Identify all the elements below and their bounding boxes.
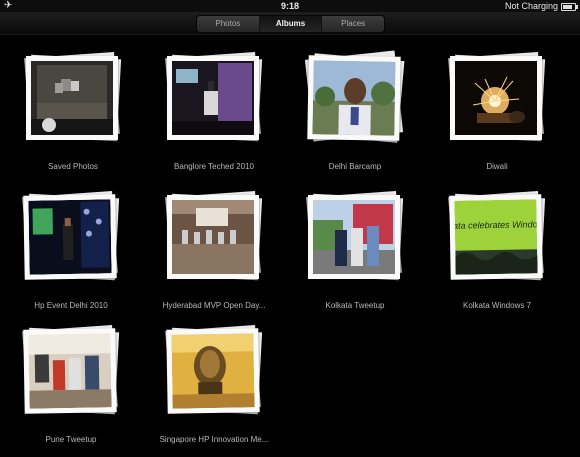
album-label: Saved Photos [48,162,98,171]
album-thumbnail [312,60,396,136]
photo-banner-text: Kolkata celebrates Windows 7 [454,219,537,231]
album-singapore-hp[interactable]: Singapore HP Innovation Me... [154,322,274,457]
album-label: Delhi Barcamp [328,162,382,171]
album-thumbnail [171,333,255,409]
album-saved-photos[interactable]: Saved Photos [13,49,133,184]
tab-photos[interactable]: Photos [197,16,259,32]
album-banglore-teched[interactable]: Banglore Teched 2010 [154,49,274,184]
album-label: Singapore HP Innovation Me... [159,435,269,444]
album-diwali[interactable]: Diwali [437,49,557,184]
album-label: Banglore Teched 2010 [174,162,254,171]
battery-icon [561,3,578,11]
tab-albums[interactable]: Albums [258,16,322,32]
album-label: Hyderabad MVP Open Day... [162,301,266,310]
clock: 9:18 [280,1,299,11]
album-thumbnail [172,61,254,135]
album-thumbnail [31,61,113,135]
album-label: Kolkata Windows 7 [462,301,532,310]
album-kolkata-tweetup[interactable]: Kolkata Tweetup [295,188,415,323]
status-bar: ✈ 9:18 Not Charging [0,0,580,12]
album-hyderabad-mvp[interactable]: Hyderabad MVP Open Day... [154,188,274,323]
charging-status: Not Charging [504,1,558,11]
album-thumbnail [455,61,537,135]
nav-bar: Photos Albums Places [0,12,580,35]
album-delhi-barcamp[interactable]: Delhi Barcamp [295,49,415,184]
album-label: Kolkata Tweetup [325,301,385,310]
album-label: Hp Event Delhi 2010 [34,301,108,310]
album-label: Pune Tweetup [45,435,97,444]
album-pune-tweetup[interactable]: Pune Tweetup [11,322,131,457]
album-thumbnail [28,333,112,409]
view-segmented-control: Photos Albums Places [196,15,385,33]
tab-places[interactable]: Places [321,16,384,32]
album-thumbnail: Kolkata celebrates Windows 7 [454,199,538,275]
album-hp-event-delhi[interactable]: Hp Event Delhi 2010 [11,188,131,323]
album-thumbnail [313,200,395,274]
album-kolkata-windows7[interactable]: Kolkata celebrates Windows 7 Kolkata Win… [437,188,557,323]
album-label: Diwali [486,162,508,171]
album-thumbnail [28,199,112,275]
album-thumbnail [172,200,254,274]
